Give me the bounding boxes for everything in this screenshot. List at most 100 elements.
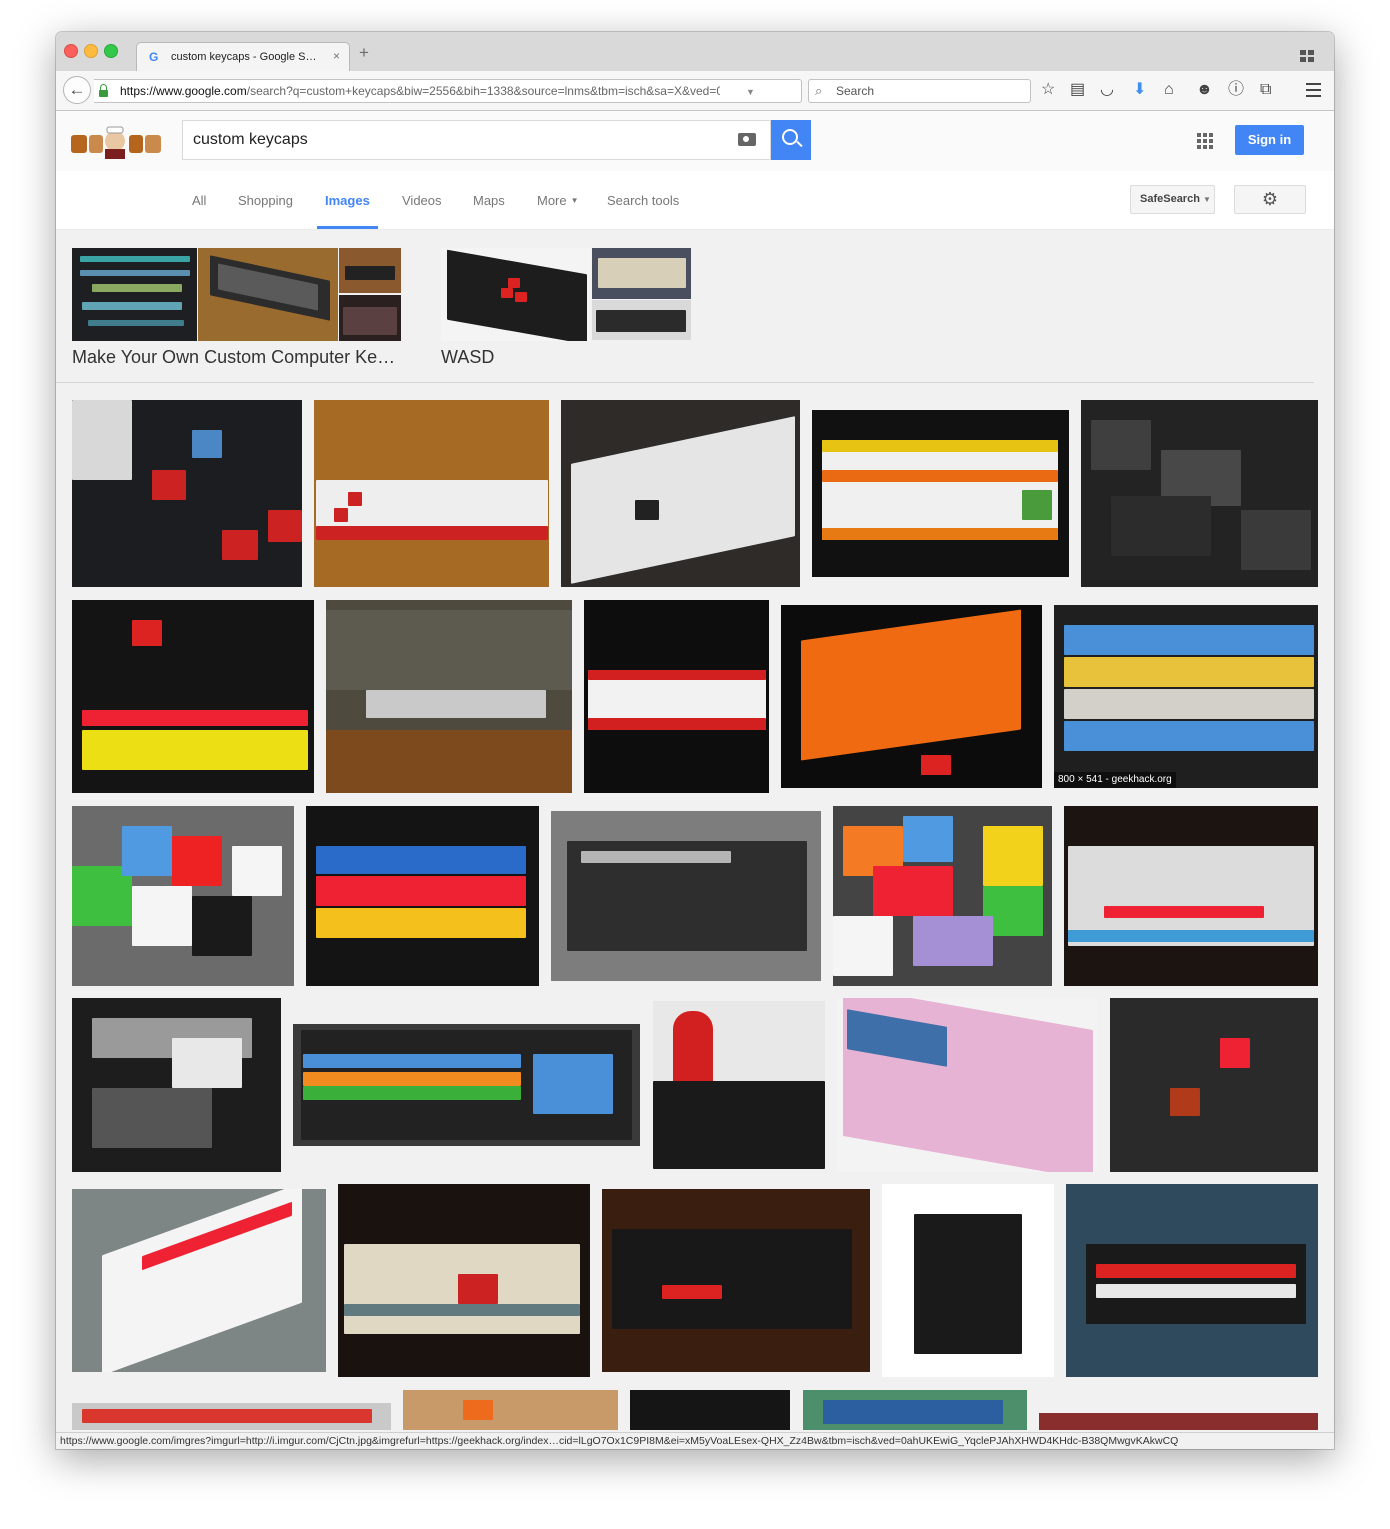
section-divider <box>56 382 1314 383</box>
cluster-thumbnail[interactable] <box>339 248 401 293</box>
cluster-thumbnail[interactable] <box>592 248 691 299</box>
browser-search-input[interactable]: ⌕ Search <box>808 79 1031 103</box>
result-image[interactable] <box>602 1189 870 1372</box>
result-image[interactable] <box>1064 806 1318 986</box>
result-image[interactable] <box>812 410 1069 577</box>
cluster-thumbnail[interactable] <box>592 300 691 340</box>
result-image[interactable] <box>630 1390 790 1430</box>
url-dropdown-icon[interactable]: ▼ <box>746 87 755 97</box>
result-image[interactable] <box>314 400 549 587</box>
navigation-toolbar: https://www.google.com/search?q=custom+k… <box>56 71 1334 111</box>
cluster-label[interactable]: WASD <box>441 347 494 368</box>
cluster-thumbnail[interactable] <box>198 248 338 341</box>
result-image[interactable] <box>1066 1184 1318 1377</box>
image-dimensions: 800 × 541 - geekhack.org <box>1054 772 1176 788</box>
tab-shopping[interactable]: Shopping <box>238 193 293 208</box>
result-image[interactable] <box>882 1184 1054 1377</box>
url-path: /search?q=custom+keycaps&biw=2556&bih=13… <box>246 84 720 98</box>
result-image[interactable] <box>653 1001 825 1169</box>
google-search-input[interactable]: custom keycaps <box>182 120 771 160</box>
apps-grid-icon[interactable] <box>1197 133 1213 149</box>
google-doodle-logo[interactable] <box>69 123 165 161</box>
back-button[interactable]: ← <box>63 76 91 104</box>
address-bar[interactable]: https://www.google.com/search?q=custom+k… <box>94 79 827 103</box>
address-url[interactable]: https://www.google.com/search?q=custom+k… <box>120 84 720 98</box>
result-image[interactable] <box>833 806 1052 986</box>
browser-tab-active[interactable]: G custom keycaps - Google S… × <box>136 42 350 71</box>
result-image[interactable] <box>326 600 572 793</box>
result-image[interactable] <box>72 1189 326 1372</box>
cluster-label[interactable]: Make Your Own Custom Computer Ke… <box>72 347 395 368</box>
tab-close-icon[interactable]: × <box>333 49 340 63</box>
tab-all[interactable]: All <box>192 193 206 208</box>
tab-title: custom keycaps - Google S… <box>171 51 317 63</box>
google-header: custom keycaps Sign in <box>56 111 1334 171</box>
sign-in-button[interactable]: Sign in <box>1235 125 1304 155</box>
chat-icon[interactable]: ☻ <box>1196 81 1213 99</box>
downloads-icon[interactable]: ⬇ <box>1133 81 1146 99</box>
extension-icon[interactable]: ⧉ <box>1260 81 1271 99</box>
dropdown-caret-icon: ▼ <box>1203 195 1211 204</box>
tab-strip: G custom keycaps - Google S… × + <box>56 32 1334 71</box>
zoom-window-button[interactable] <box>104 44 118 58</box>
result-image[interactable] <box>306 806 539 986</box>
tab-videos[interactable]: Videos <box>402 193 442 208</box>
result-image[interactable] <box>293 1024 640 1146</box>
image-results: Make Your Own Custom Computer Ke… WASD 8… <box>56 230 1334 1449</box>
result-image[interactable] <box>1110 998 1318 1172</box>
result-image[interactable] <box>403 1390 618 1430</box>
result-image[interactable] <box>781 605 1042 788</box>
gear-icon: ⚙ <box>1261 189 1279 209</box>
hamburger-menu-icon[interactable] <box>1306 83 1321 101</box>
bookmark-star-icon[interactable]: ☆ <box>1041 81 1055 99</box>
cluster-thumbnail[interactable] <box>441 248 591 341</box>
result-image[interactable] <box>72 806 294 986</box>
active-tab-indicator <box>317 226 378 229</box>
pocket-icon[interactable]: ◡ <box>1100 81 1114 99</box>
result-image[interactable] <box>72 1403 391 1430</box>
google-search-button[interactable] <box>771 120 811 160</box>
tab-groups-icon[interactable] <box>1300 50 1314 62</box>
cluster-thumbnail[interactable] <box>339 295 401 341</box>
search-icon: ⌕ <box>815 83 823 98</box>
lock-icon <box>99 84 108 97</box>
search-query[interactable]: custom keycaps <box>193 131 308 149</box>
close-window-button[interactable] <box>64 44 78 58</box>
dropdown-caret-icon: ▼ <box>570 196 579 205</box>
tab-images[interactable]: Images <box>325 193 370 208</box>
camera-icon[interactable] <box>738 133 756 146</box>
minimize-window-button[interactable] <box>84 44 98 58</box>
back-arrow-icon: ← <box>68 80 86 99</box>
tab-maps[interactable]: Maps <box>473 193 505 208</box>
tab-search-tools[interactable]: Search tools <box>607 193 679 208</box>
result-image[interactable] <box>338 1184 590 1377</box>
status-bar-url: https://www.google.com/imgres?imgurl=htt… <box>56 1432 1334 1449</box>
home-icon[interactable]: ⌂ <box>1164 81 1174 99</box>
result-image[interactable] <box>72 600 314 793</box>
result-image[interactable] <box>551 811 821 981</box>
result-image[interactable] <box>561 400 800 587</box>
result-image[interactable] <box>837 998 1098 1172</box>
url-host: https://www.google.com <box>120 84 247 98</box>
cluster-thumbnail[interactable] <box>72 248 197 341</box>
google-favicon-icon: G <box>149 50 159 64</box>
result-image[interactable] <box>584 600 769 793</box>
browser-window: G custom keycaps - Google S… × + https:/… <box>56 32 1334 1449</box>
settings-button[interactable]: ⚙ <box>1234 185 1306 214</box>
search-icon <box>782 129 798 145</box>
tab-more[interactable]: More ▼ <box>537 193 579 208</box>
result-image[interactable] <box>803 1390 1027 1430</box>
safesearch-label: SafeSearch <box>1140 193 1200 205</box>
result-image[interactable] <box>1081 400 1318 587</box>
result-image[interactable] <box>72 400 302 587</box>
browser-search-placeholder: Search <box>836 84 875 98</box>
result-image[interactable] <box>1039 1413 1318 1430</box>
safesearch-button[interactable]: SafeSearch ▼ <box>1130 185 1215 214</box>
reading-list-icon[interactable]: ▤ <box>1070 81 1085 99</box>
new-tab-button[interactable]: + <box>359 44 369 61</box>
info-icon[interactable]: ⓘ <box>1228 81 1244 99</box>
search-tabs-bar: All Shopping Images Videos Maps More ▼ Se… <box>56 171 1334 230</box>
tab-more-label: More <box>537 193 567 208</box>
result-image[interactable] <box>72 998 281 1172</box>
result-image[interactable]: 800 × 541 - geekhack.org <box>1054 605 1318 788</box>
